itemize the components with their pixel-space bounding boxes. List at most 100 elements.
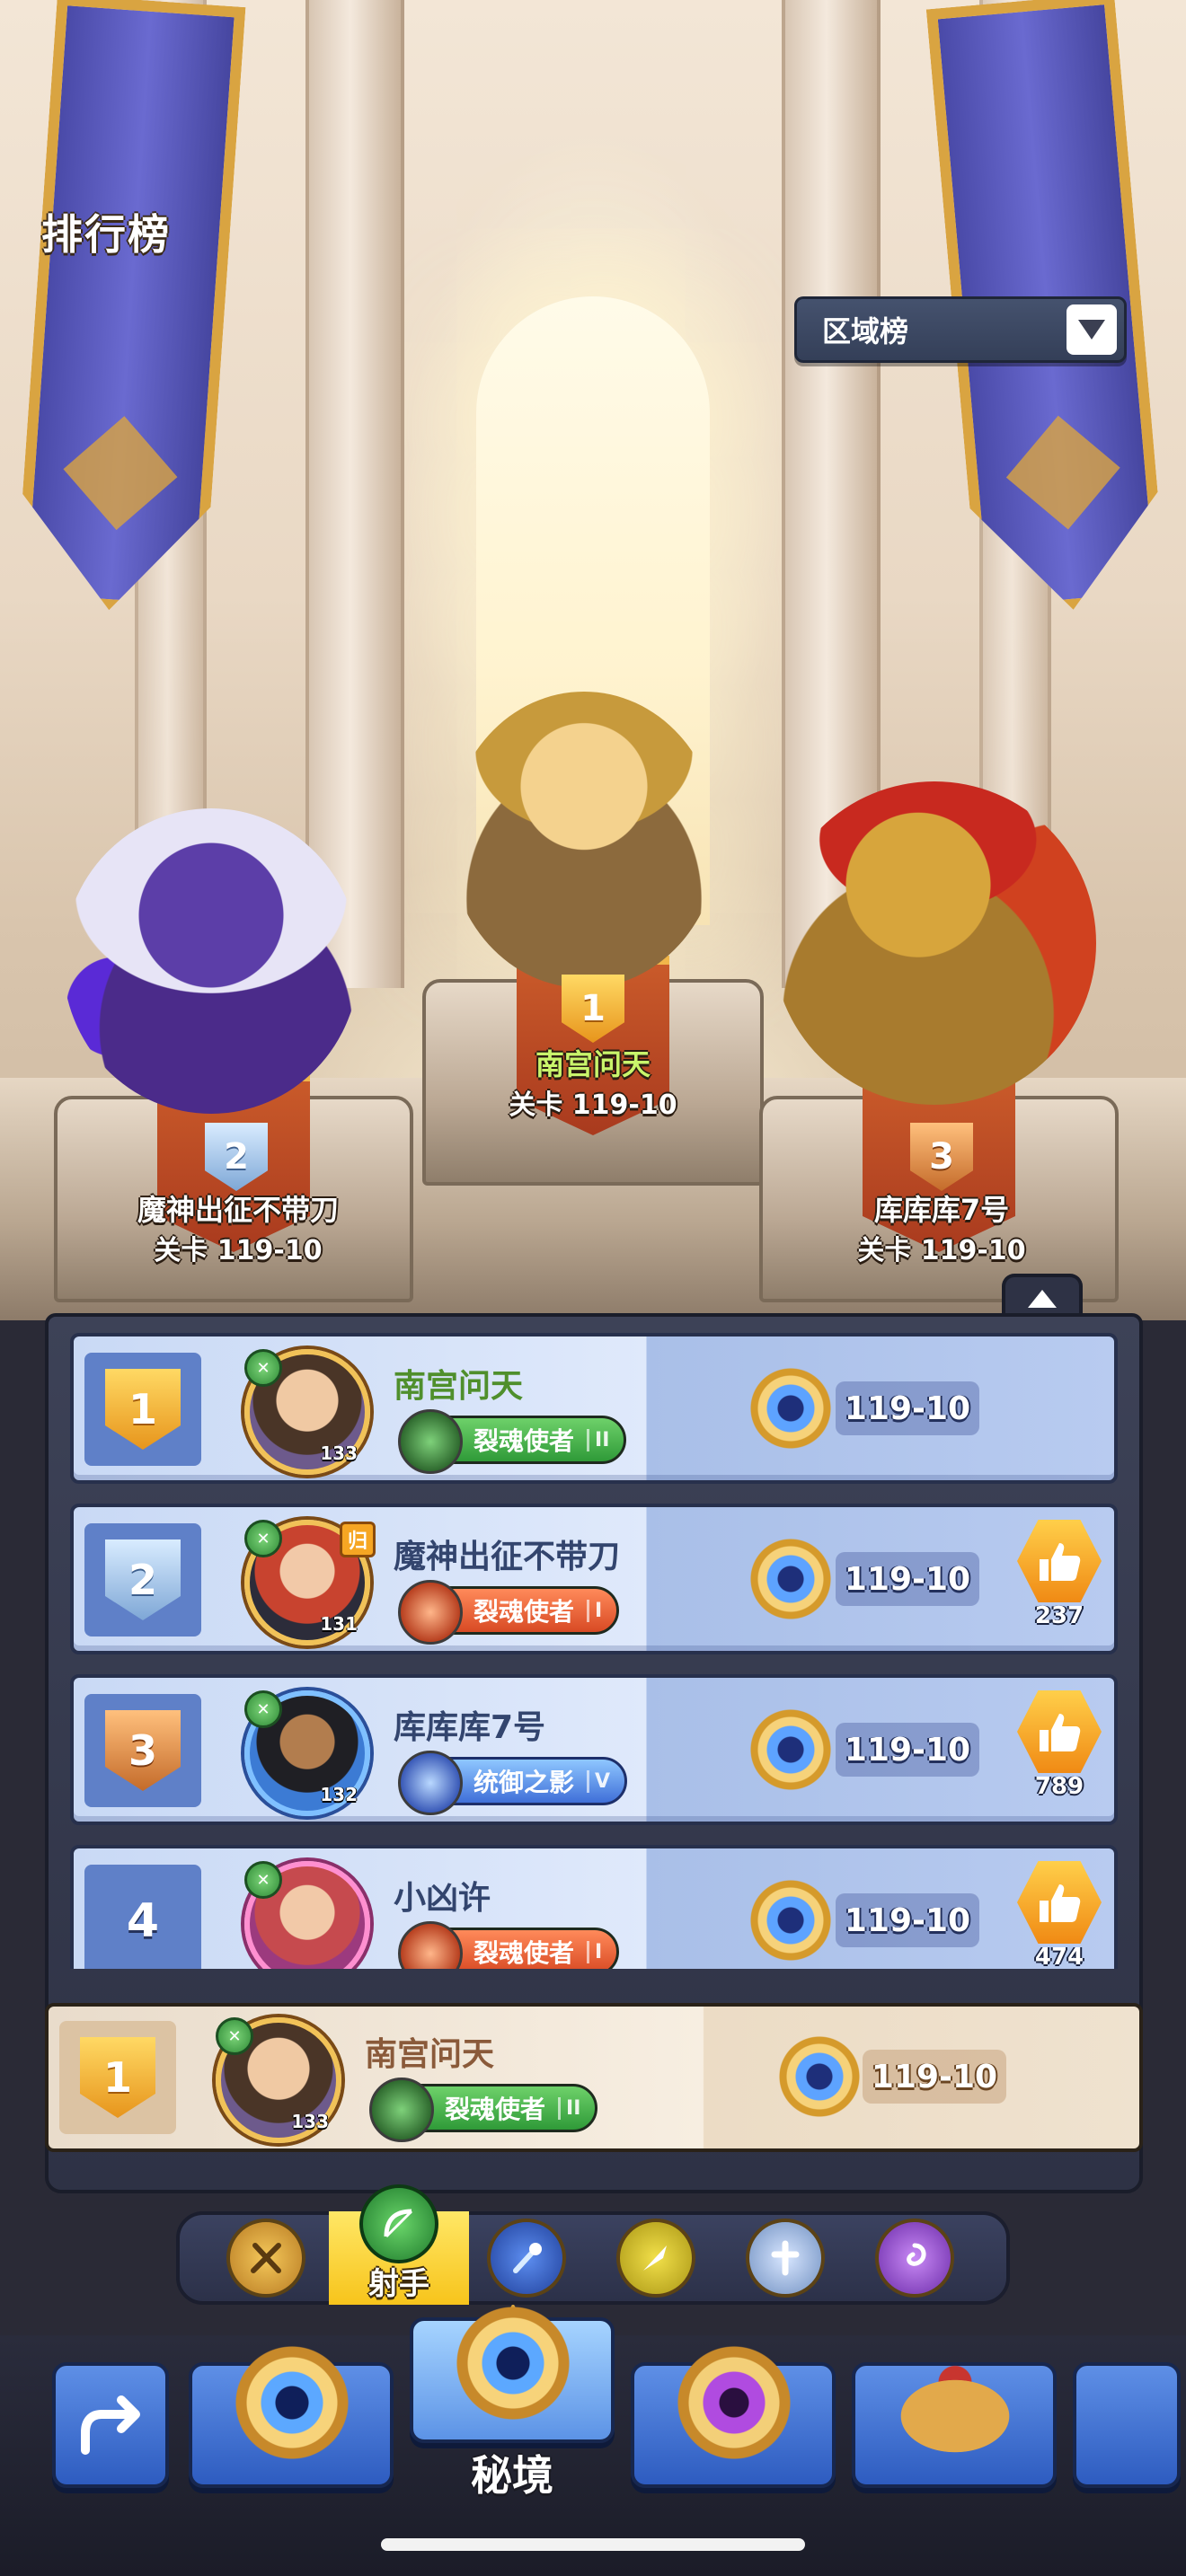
player-level: 133 <box>291 2111 329 2132</box>
stage-value: 119-10 <box>836 1723 979 1777</box>
shadow-emblem-icon <box>398 1751 463 1815</box>
podium-stage-2: 关卡 119-10 <box>154 1235 323 1266</box>
player-level: 132 <box>320 1784 358 1805</box>
rank-box: 1 <box>84 1353 201 1466</box>
like-button[interactable]: 474 <box>1017 1861 1102 1969</box>
player-level: 133 <box>320 1442 358 1464</box>
podium-stage-3: 关卡 119-10 <box>857 1235 1026 1266</box>
chevron-up-icon <box>1028 1290 1057 1308</box>
player-name: 魔神出征不带刀 <box>394 1539 621 1575</box>
crown-icon <box>888 2335 1022 2470</box>
podium-stage-1: 关卡 119-10 <box>509 1090 677 1121</box>
mage-class-icon[interactable] <box>487 2219 566 2298</box>
my-avatar[interactable]: ✕ 133 <box>216 2017 341 2143</box>
stage-value: 119-10 <box>863 2050 1006 2104</box>
hero-figure-archer[interactable] <box>449 692 719 988</box>
stage-value: 119-10 <box>836 1552 979 1606</box>
podium-name-3: 库库库7号 <box>873 1193 1010 1227</box>
page-title: 排行榜 <box>41 210 171 259</box>
vip-badge-icon: ✕ <box>244 1520 282 1557</box>
ranking-row[interactable]: 3 ✕ 132 库库库7号 统御之影 V 119-10 789 <box>70 1674 1118 1825</box>
my-name: 南宫问天 <box>365 2036 495 2073</box>
stage-medal-icon <box>749 1708 832 1791</box>
player-name: 南宫问天 <box>394 1368 524 1405</box>
thumbs-up-icon <box>1040 1714 1081 1751</box>
title-badge: 裂魂使者 I <box>398 1921 620 1969</box>
region-select-label: 区域榜 <box>822 314 909 348</box>
like-button[interactable]: 237 <box>1017 1520 1102 1636</box>
player-avatar[interactable]: ✕ <box>244 1861 370 1969</box>
title-badge: 统御之影 V <box>398 1751 628 1815</box>
hero-figure-warrior[interactable] <box>773 781 1096 1105</box>
podium-name-1: 南宫问天 <box>535 1047 651 1081</box>
title-tier: V <box>587 1769 610 1793</box>
back-button[interactable] <box>52 2362 169 2488</box>
title-label: 裂魂使者 <box>474 1597 575 1627</box>
rank-badge-silver: 2 <box>105 1539 181 1620</box>
like-count: 237 <box>1034 1602 1084 1629</box>
background-pillar <box>305 0 404 988</box>
priest-class-icon[interactable] <box>746 2219 825 2298</box>
secret-realm-icon <box>446 2296 580 2430</box>
ranking-row[interactable]: 1 ✕ 133 南宫问天 裂魂使者 II 119-10 <box>70 1333 1118 1484</box>
region-select[interactable]: 区域榜 <box>794 296 1127 363</box>
back-arrow-icon <box>81 2395 140 2455</box>
player-avatar[interactable]: ✕ 归 131 <box>244 1520 376 1645</box>
rank-number: 4 <box>126 1894 160 1948</box>
title-label: 裂魂使者 <box>474 1938 575 1968</box>
hero-figure-mage[interactable] <box>63 808 359 1114</box>
title-tier: II <box>587 1428 609 1451</box>
assassin-class-icon[interactable] <box>616 2219 695 2298</box>
nav-tab-more[interactable] <box>1073 2362 1181 2488</box>
return-badge: 归 <box>340 1522 376 1557</box>
ranking-row[interactable]: 2 ✕ 归 131 魔神出征不带刀 裂魂使者 I 119-10 237 <box>70 1504 1118 1654</box>
vip-badge-icon: ✕ <box>244 1861 282 1899</box>
summoner-class-icon[interactable] <box>875 2219 954 2298</box>
thumbs-up-icon <box>1040 1884 1081 1922</box>
ranking-row[interactable]: 4 ✕ 小凶许 裂魂使者 I 119-10 474 <box>70 1845 1118 1969</box>
archer-class-icon[interactable] <box>359 2184 438 2263</box>
home-indicator <box>381 2538 805 2551</box>
title-tier: I <box>587 1599 602 1622</box>
stage-medal-icon <box>778 2035 861 2118</box>
rank-badge-bronze: 3 <box>105 1710 181 1791</box>
stage-medal-icon <box>225 2335 359 2470</box>
chevron-down-icon <box>1067 304 1117 355</box>
rank-box: 3 <box>84 1694 201 1807</box>
warrior-class-icon[interactable] <box>226 2219 305 2298</box>
rank-box: 4 <box>84 1865 201 1969</box>
player-level: 131 <box>320 1613 358 1635</box>
thumbs-up-icon <box>1040 1543 1081 1581</box>
rank-box: 2 <box>84 1523 201 1636</box>
like-count: 789 <box>1034 1773 1084 1800</box>
stage-medal-icon <box>749 1538 832 1620</box>
class-selected-label: 射手 <box>368 2266 429 2302</box>
hero-background: 1 2 3 南宫问天 关卡 119-10 魔神出征不带刀 关卡 119-10 库… <box>0 0 1186 1320</box>
like-count: 474 <box>1034 1944 1084 1969</box>
rank-badge-gold: 1 <box>105 1369 181 1450</box>
nav-active-label: 秘境 <box>471 2451 553 2500</box>
demon-emblem-icon <box>398 1921 463 1969</box>
player-name: 库库库7号 <box>394 1709 546 1746</box>
stage-value: 119-10 <box>836 1381 979 1435</box>
title-label: 统御之影 <box>474 1768 575 1797</box>
demon-emblem-icon <box>398 1409 463 1474</box>
stage-value: 119-10 <box>836 1893 979 1947</box>
vip-badge-icon: ✕ <box>244 1349 282 1387</box>
player-avatar[interactable]: ✕ 133 <box>244 1349 370 1475</box>
title-badge: 裂魂使者 II <box>398 1409 627 1474</box>
title-badge: 裂魂使者 I <box>398 1580 620 1645</box>
rank-badge-gold: 1 <box>80 2037 155 2118</box>
vip-badge-icon: ✕ <box>216 2017 253 2055</box>
title-tier: II <box>558 2096 580 2120</box>
stage-medal-icon <box>749 1367 832 1450</box>
my-rank-row[interactable]: 1 ✕ 133 南宫问天 裂魂使者 II 119-10 <box>45 2003 1143 2152</box>
vip-badge-icon: ✕ <box>244 1690 282 1728</box>
ranking-list[interactable]: 1 ✕ 133 南宫问天 裂魂使者 II 119-10 2 ✕ 归 131 魔神… <box>70 1333 1118 1969</box>
like-button[interactable]: 789 <box>1017 1690 1102 1807</box>
stage-medal-icon <box>749 1879 832 1962</box>
player-avatar[interactable]: ✕ 132 <box>244 1690 370 1816</box>
rank-box: 1 <box>59 2021 176 2134</box>
hanging-banner-left <box>15 0 246 616</box>
podium-name-2: 魔神出征不带刀 <box>137 1193 339 1227</box>
